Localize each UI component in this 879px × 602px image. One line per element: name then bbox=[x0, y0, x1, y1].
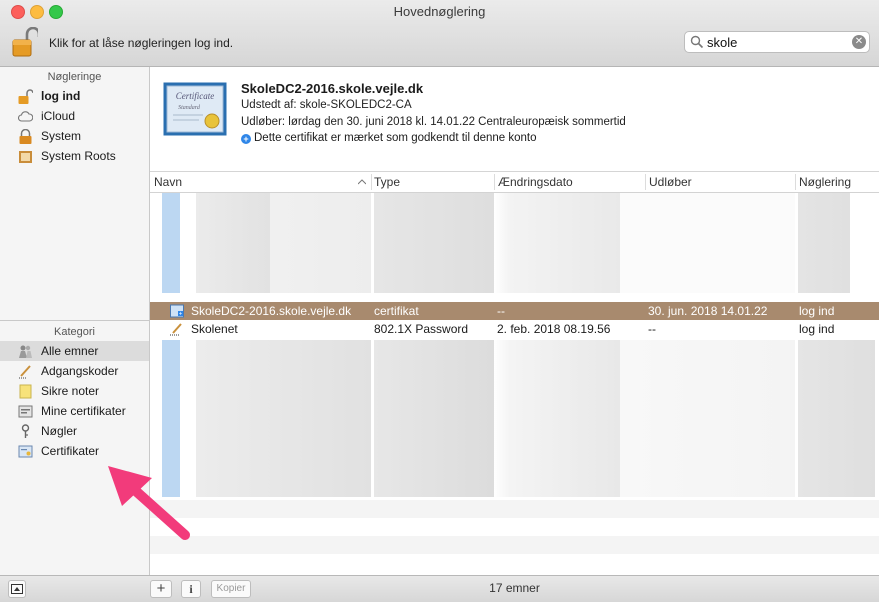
certificate-expiry: Udløber: lørdag den 30. juni 2018 kl. 14… bbox=[241, 116, 626, 128]
sidebar-item-sikre-noter[interactable]: Sikre noter bbox=[0, 381, 149, 401]
lock-keychain-hint[interactable]: Klik for at låse nøgleringen log ind. bbox=[49, 36, 233, 50]
item-count: 17 emner bbox=[489, 581, 540, 595]
certificate-preview: Certificate Standard SkoleDC2-2016.skole… bbox=[150, 67, 879, 172]
sidebar-item-system[interactable]: System bbox=[0, 126, 149, 146]
sidebar-item-label: Adgangskoder bbox=[41, 364, 119, 378]
row-name: SkoleDC2-2016.skole.vejle.dk bbox=[191, 304, 352, 318]
search-field[interactable]: ✕ bbox=[684, 31, 870, 53]
keychain-window: Hovednøglering Klik for at låse nøglerin… bbox=[0, 0, 879, 602]
sidebar-item-label: iCloud bbox=[41, 109, 76, 123]
sidebar-item-label: Sikre noter bbox=[41, 384, 100, 398]
row-expires: 30. jun. 2018 14.01.22 bbox=[648, 304, 768, 318]
sidebar-item-adgangskoder[interactable]: Adgangskoder bbox=[0, 361, 149, 381]
svg-text:Standard: Standard bbox=[178, 105, 201, 111]
sidebar-item-system-roots[interactable]: System Roots bbox=[0, 146, 149, 166]
search-input[interactable] bbox=[707, 34, 847, 50]
row-keychain: log ind bbox=[799, 304, 835, 318]
pen-icon bbox=[170, 323, 182, 336]
empty-row bbox=[150, 536, 879, 554]
lock-open-icon[interactable] bbox=[12, 27, 38, 57]
sidebar-item-label: Nøgler bbox=[41, 424, 78, 438]
sidebar-item-icloud[interactable]: iCloud bbox=[0, 106, 149, 126]
my-cert-icon bbox=[18, 405, 33, 418]
sidebar-item-label: Alle emner bbox=[41, 344, 99, 358]
certificate-trust-status: + Dette certifikat er mærket som godkendt… bbox=[241, 132, 537, 144]
note-icon bbox=[19, 384, 32, 399]
table-row[interactable]: Skolenet 802.1X Password 2. feb. 2018 08… bbox=[150, 320, 879, 338]
column-noeglering[interactable]: Nøglering bbox=[799, 175, 851, 189]
toggle-sidebar-button[interactable] bbox=[8, 580, 26, 598]
status-bar: + i Kopier 17 emner bbox=[0, 575, 879, 602]
sidebar-item-label: System Roots bbox=[41, 149, 116, 163]
certificate-icon bbox=[18, 445, 33, 458]
pen-icon bbox=[19, 365, 31, 379]
sidebar-item-label: Certifikater bbox=[41, 444, 100, 458]
redacted-rows-top bbox=[150, 193, 879, 293]
row-expires: -- bbox=[648, 322, 656, 336]
certificate-icon: Certificate Standard bbox=[163, 82, 227, 136]
people-icon bbox=[19, 345, 32, 358]
certificate-title: SkoleDC2-2016.skole.vejle.dk bbox=[241, 81, 424, 96]
category-section: Kategori Alle emner Adgangskoder Sikre n… bbox=[0, 323, 149, 461]
row-name: Skolenet bbox=[191, 322, 238, 336]
lock-icon bbox=[19, 129, 32, 144]
sidebar-item-alle-emner[interactable]: Alle emner bbox=[0, 341, 149, 361]
window-title: Hovednøglering bbox=[393, 4, 486, 19]
column-udloeber[interactable]: Udløber bbox=[649, 175, 692, 189]
annotation-arrow bbox=[108, 466, 190, 540]
category-header: Kategori bbox=[54, 326, 95, 338]
sort-ascending-icon bbox=[358, 179, 366, 185]
certificate-icon: + bbox=[170, 304, 184, 318]
redacted-rows-bottom bbox=[150, 340, 879, 497]
row-type: 802.1X Password bbox=[374, 322, 469, 336]
folder-icon bbox=[19, 151, 32, 163]
sidebar-item-noegler[interactable]: Nøgler bbox=[0, 421, 149, 441]
row-keychain: log ind bbox=[799, 322, 835, 336]
row-modified: -- bbox=[497, 304, 505, 318]
trust-text: Dette certifikat er mærket som godkendt … bbox=[254, 132, 537, 144]
plus-circle-icon: + bbox=[241, 134, 251, 144]
certificate-issuer: Udstedt af: skole-SKOLEDC2-CA bbox=[241, 99, 412, 111]
sidebar-divider bbox=[0, 320, 149, 321]
column-type[interactable]: Type bbox=[374, 175, 400, 189]
items-table: Navn Type Ændringsdato Udløber Nøglering… bbox=[150, 172, 879, 575]
sidebar-item-label: log ind bbox=[41, 89, 81, 103]
clear-search-icon[interactable]: ✕ bbox=[852, 35, 866, 49]
column-aendringsdato[interactable]: Ændringsdato bbox=[498, 175, 573, 189]
row-modified: 2. feb. 2018 08.19.56 bbox=[497, 322, 611, 336]
keychains-header: Nøgleringe bbox=[47, 71, 102, 83]
lock-open-icon bbox=[18, 89, 33, 104]
column-navn[interactable]: Navn bbox=[154, 175, 182, 189]
sidebar-item-label: Mine certifikater bbox=[41, 404, 126, 418]
sidebar-item-mine-certifikater[interactable]: Mine certifikater bbox=[0, 401, 149, 421]
toolbar: Hovednøglering Klik for at låse nøglerin… bbox=[0, 0, 879, 67]
sidebar-item-certifikater[interactable]: Certifikater bbox=[0, 441, 149, 461]
sidebar-item-log-ind[interactable]: log ind bbox=[0, 86, 149, 106]
svg-text:+: + bbox=[179, 312, 183, 318]
row-type: certifikat bbox=[374, 304, 419, 318]
svg-text:Certificate: Certificate bbox=[176, 91, 215, 101]
cloud-icon bbox=[18, 111, 33, 122]
key-icon bbox=[21, 424, 30, 438]
sidebar-toggle-icon bbox=[11, 584, 23, 594]
table-row[interactable]: + SkoleDC2-2016.skole.vejle.dk certifika… bbox=[150, 302, 879, 320]
table-header: Navn Type Ændringsdato Udløber Nøglering bbox=[150, 172, 879, 193]
sidebar-item-label: System bbox=[41, 129, 82, 143]
search-icon bbox=[690, 35, 704, 49]
empty-row bbox=[150, 500, 879, 518]
